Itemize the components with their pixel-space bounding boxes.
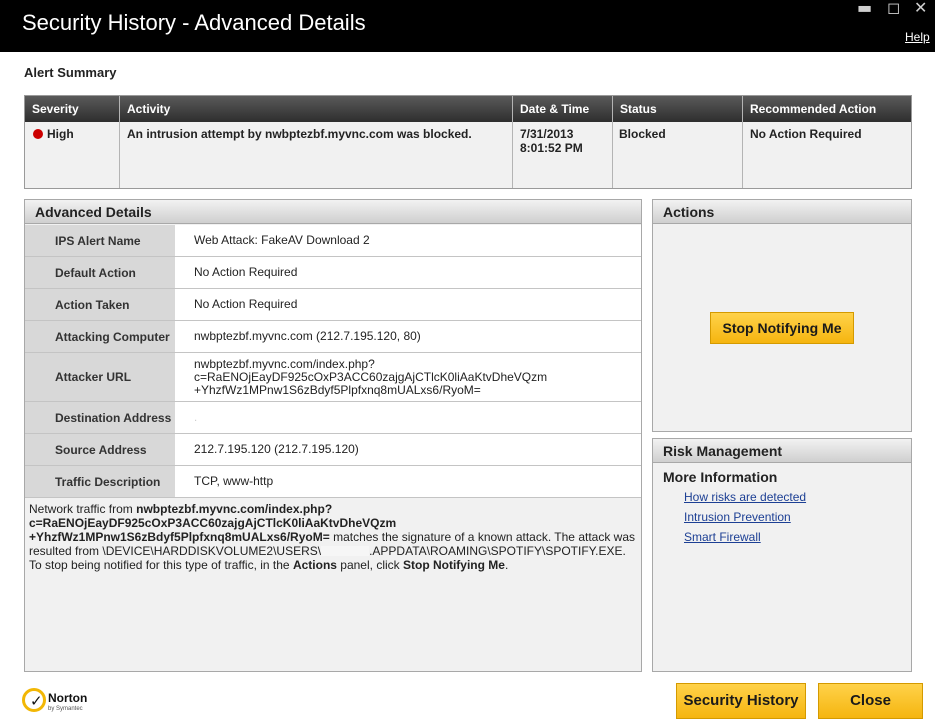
help-link[interactable]: Help [905,30,930,44]
column-divider [612,96,613,188]
detail-row: Default Action No Action Required [25,257,641,289]
link-intrusion-prevention[interactable]: Intrusion Prevention [684,510,791,524]
column-divider [512,96,513,188]
detail-value: 212.7.195.120 (212.7.195.120) [175,434,641,465]
more-information-heading: More Information [663,469,778,485]
detail-row: Attacker URL nwbptezbf.myvnc.com/index.p… [25,353,641,402]
actions-heading: Actions [653,200,911,224]
detail-value: . [175,402,641,433]
severity-cell: High [33,127,74,141]
column-severity: Severity [32,102,79,116]
close-icon[interactable]: ✕ [914,0,927,17]
risk-management-panel: Risk Management More Information How ris… [652,438,912,672]
column-date-time: Date & Time [520,102,590,116]
desc-actions: Actions [292,558,337,572]
column-activity: Activity [127,102,171,116]
security-history-button[interactable]: Security History [676,683,806,719]
detail-label: Action Taken [25,289,175,320]
detail-value: No Action Required [175,257,641,288]
advanced-details-heading: Advanced Details [25,200,641,224]
column-recommended-action: Recommended Action [750,102,877,116]
risk-management-heading: Risk Management [653,439,911,463]
detail-row: Destination Address . [25,402,641,434]
detail-value: TCP, www-http [175,466,641,497]
redaction-mark [197,413,428,422]
detail-row: Attacking Computer nwbptezbf.myvnc.com (… [25,321,641,353]
attacker-url-value: nwbptezbf.myvnc.com/index.php? c=RaENOjE… [175,353,641,401]
status-cell: Blocked [619,127,666,141]
column-status: Status [620,102,657,116]
logo-sub: by Symantec [48,706,83,712]
alert-summary-heading: Alert Summary [24,65,117,80]
column-divider [742,96,743,188]
desc-text: Network traffic from [29,502,137,516]
detail-label: Attacker URL [25,353,175,401]
detail-value: No Action Required [175,289,641,320]
stop-notifying-button[interactable]: Stop Notifying Me [710,312,854,344]
detail-label: Traffic Description [25,466,175,497]
detail-label: Attacking Computer [25,321,175,352]
detail-label: IPS Alert Name [25,225,175,256]
detail-row: Traffic Description TCP, www-http [25,466,641,498]
redaction-mark [321,546,370,556]
detail-row: IPS Alert Name Web Attack: FakeAV Downlo… [25,225,641,257]
date-value: 7/31/2013 [520,127,574,141]
url-line: +YhzfWz1MPnw1S6zBdyf5Plpfxnq8mUALxs6/Ryo… [194,382,481,397]
detail-row: Source Address 212.7.195.120 (212.7.195.… [25,434,641,466]
norton-check-icon: ✓ [22,688,46,712]
norton-logo: ✓ Norton by Symantec [22,686,97,718]
severity-value: High [47,127,74,141]
url-line: c=RaENOjEayDF925cOxP3ACC60zajgAjCTlcK0li… [194,369,548,384]
title-bar: Security History - Advanced Details ▬ ◻ … [0,0,935,52]
detail-label: Source Address [25,434,175,465]
actions-panel: Actions Stop Notifying Me [652,199,912,432]
minimize-icon[interactable]: ▬ [857,0,872,17]
window-title: Security History - Advanced Details [22,10,366,35]
link-smart-firewall[interactable]: Smart Firewall [684,530,761,544]
close-button[interactable]: Close [818,683,923,719]
logo-word: Norton [48,691,88,705]
activity-cell: An intrusion attempt by nwbptezbf.myvnc.… [127,127,472,141]
detail-value: nwbptezbf.myvnc.com (212.7.195.120, 80) [175,321,641,352]
advanced-details-panel: Advanced Details IPS Alert Name Web Atta… [24,199,642,672]
summary-table-header: Severity Activity Date & Time Status Rec… [25,96,911,122]
detail-row: Action Taken No Action Required [25,289,641,321]
time-value: 8:01:52 PM [520,141,583,155]
detail-value: Web Attack: FakeAV Download 2 [175,225,641,256]
recommended-action-cell: No Action Required [750,127,862,141]
alert-summary-table: Severity Activity Date & Time Status Rec… [24,95,912,189]
desc-stop: Stop Notifying Me [402,558,505,572]
link-how-risks-detected[interactable]: How risks are detected [684,490,806,504]
severity-high-icon [33,129,43,139]
column-divider [119,96,120,188]
desc-text: . [504,558,509,572]
detail-label: Default Action [25,257,175,288]
detail-label: Destination Address [25,402,175,433]
traffic-description-text: Network traffic from nwbptezbf.myvnc.com… [29,502,639,572]
date-time-cell: 7/31/2013 8:01:52 PM [520,127,583,155]
url-line: nwbptezbf.myvnc.com/index.php? [194,356,375,371]
desc-text: panel, click [336,558,403,572]
maximize-icon[interactable]: ◻ [887,0,900,17]
